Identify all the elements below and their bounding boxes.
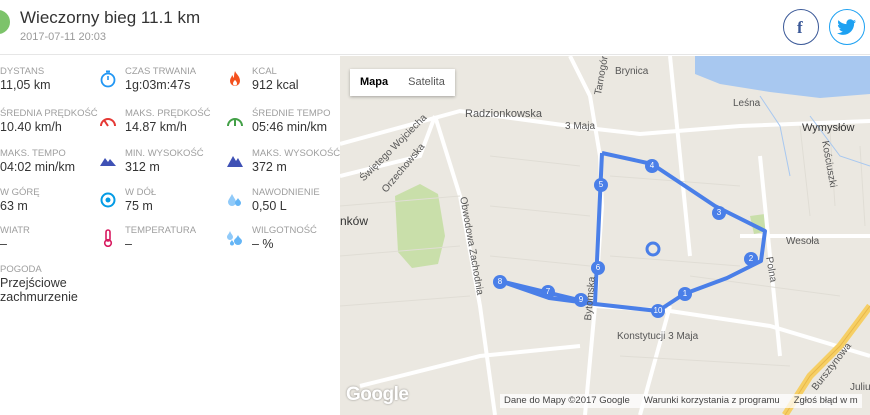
stat-ascent: W GÓRĘ 63 m bbox=[0, 187, 115, 227]
stat-weather: POGODA Przejściowe zachmurzenie bbox=[0, 264, 115, 304]
google-logo: Google bbox=[346, 384, 409, 405]
stat-label: W DÓŁ bbox=[125, 187, 157, 198]
svg-text:f: f bbox=[797, 18, 803, 36]
activity-title: Wieczorny bieg 11.1 km bbox=[20, 8, 201, 27]
stats-panel: DYSTANS 11,05 km CZAS TRWANIA 1g:03m:47s… bbox=[0, 56, 340, 415]
thermometer-icon bbox=[99, 229, 117, 247]
map-label-juliu: Juliu bbox=[850, 382, 870, 393]
route-marker: 3 bbox=[712, 206, 726, 220]
stat-value: 75 m bbox=[125, 199, 153, 213]
map-label-nkow: nków bbox=[340, 214, 369, 228]
stat-value: 14.87 km/h bbox=[125, 120, 187, 134]
stat-label: NAWODNIENIE bbox=[252, 187, 320, 198]
stat-label: W GÓRĘ bbox=[0, 187, 40, 198]
stat-value: 1g:03m:47s bbox=[125, 78, 191, 92]
stat-value: 912 kcal bbox=[252, 78, 299, 92]
humidity-icon bbox=[226, 229, 244, 247]
stat-max-pace: MAKS. TEMPO 04:02 min/km bbox=[0, 148, 115, 188]
stopwatch-icon bbox=[99, 70, 117, 88]
mountain-icon bbox=[226, 152, 244, 170]
route-marker: 7 bbox=[541, 285, 555, 299]
map-label-brynica: Brynica bbox=[615, 66, 649, 77]
facebook-icon: f bbox=[797, 18, 803, 36]
map-label-wesola: Wesoła bbox=[786, 236, 820, 247]
route-marker: 1 bbox=[678, 287, 692, 301]
speedometer-icon bbox=[99, 112, 117, 130]
pace-gauge-icon bbox=[226, 112, 244, 130]
map-label-3-maja: 3 Maja bbox=[565, 121, 596, 132]
stat-label: KCAL bbox=[252, 66, 277, 77]
route-start-icon bbox=[645, 241, 661, 257]
map-type-map-button[interactable]: Mapa bbox=[350, 69, 398, 96]
stat-label: ŚREDNIA PRĘDKOŚĆ bbox=[0, 108, 98, 119]
stat-label: MAKS. TEMPO bbox=[0, 148, 66, 159]
stat-value: 05:46 min/km bbox=[252, 120, 328, 134]
stat-label: ŚREDNIE TEMPO bbox=[252, 108, 331, 119]
stat-value: – bbox=[125, 237, 132, 251]
mountain-icon bbox=[99, 152, 117, 170]
map-type-toggle: Mapa Satelita bbox=[350, 69, 455, 96]
map-report-error-link[interactable]: Zgłoś błąd w m bbox=[794, 394, 858, 408]
stat-value: 04:02 min/km bbox=[0, 160, 76, 174]
share-twitter-button[interactable] bbox=[829, 9, 865, 45]
share-facebook-button[interactable]: f bbox=[783, 9, 819, 45]
stat-value: – % bbox=[252, 237, 274, 251]
stat-label: MAKS. PRĘDKOŚĆ bbox=[125, 108, 211, 119]
route-marker: 2 bbox=[744, 252, 758, 266]
map-attribution: Dane do Mapy ©2017 Google Warunki korzys… bbox=[500, 394, 862, 408]
stat-value: 372 m bbox=[252, 160, 287, 174]
stat-value: Przejściowe zachmurzenie bbox=[0, 276, 78, 304]
activity-datetime: 2017-07-11 20:03 bbox=[20, 31, 107, 43]
stat-descent: W DÓŁ 75 m bbox=[100, 187, 240, 227]
route-map[interactable]: 2 3 4 5 6 7 8 9 10 1 Brynica Radzionkows… bbox=[340, 56, 870, 415]
route-line bbox=[498, 151, 767, 313]
stat-label: CZAS TRWANIA bbox=[125, 66, 197, 77]
map-label-konstytucji: Konstytucji 3 Maja bbox=[617, 331, 699, 342]
stat-temperature: TEMPERATURA – bbox=[103, 225, 240, 265]
activity-type-icon bbox=[0, 10, 10, 34]
map-label-radzionkowska: Radzionkowska bbox=[465, 108, 543, 120]
stat-value: 312 m bbox=[125, 160, 160, 174]
map-type-satellite-button[interactable]: Satelita bbox=[398, 69, 455, 96]
stat-label: TEMPERATURA bbox=[125, 225, 197, 236]
stat-wind: WIATR – bbox=[0, 225, 115, 265]
descent-icon bbox=[99, 191, 117, 209]
stat-max-speed: MAKS. PRĘDKOŚĆ 14.87 km/h bbox=[100, 108, 240, 148]
stat-label: POGODA bbox=[0, 264, 42, 275]
route-marker: 4 bbox=[645, 159, 659, 173]
stat-min-altitude: MIN. WYSOKOŚĆ 312 m bbox=[100, 148, 240, 188]
stat-label: WILGOTNOŚĆ bbox=[252, 225, 317, 236]
map-label-lesna: Leśna bbox=[733, 98, 761, 109]
map-data-attribution: Dane do Mapy ©2017 Google bbox=[504, 395, 630, 406]
water-drops-icon bbox=[226, 191, 244, 209]
stat-value: 11,05 km bbox=[0, 78, 51, 92]
stat-value: 63 m bbox=[0, 199, 28, 213]
stat-distance: DYSTANS 11,05 km bbox=[0, 66, 115, 106]
stat-avg-speed: ŚREDNIA PRĘDKOŚĆ 10.40 km/h bbox=[0, 108, 115, 148]
stat-label: DYSTANS bbox=[0, 66, 45, 77]
stat-label: MAKS. WYSOKOŚĆ bbox=[252, 148, 341, 159]
lake-shape bbox=[695, 56, 870, 98]
stat-value: 10.40 km/h bbox=[0, 120, 62, 134]
stat-duration: CZAS TRWANIA 1g:03m:47s bbox=[100, 66, 240, 106]
activity-header: Wieczorny bieg 11.1 km 2017-07-11 20:03 … bbox=[0, 0, 870, 55]
stat-value: 0,50 L bbox=[252, 199, 287, 213]
twitter-icon bbox=[837, 19, 856, 35]
stat-label: MIN. WYSOKOŚĆ bbox=[125, 148, 204, 159]
flame-icon bbox=[226, 70, 244, 88]
route-marker: 5 bbox=[594, 178, 608, 192]
route-marker: 8 bbox=[493, 275, 507, 289]
park-shape bbox=[395, 184, 445, 268]
route-marker: 6 bbox=[591, 261, 605, 275]
route-marker: 10 bbox=[651, 304, 665, 318]
map-label-wymyslow: Wymysłów bbox=[802, 122, 855, 134]
stat-value: – bbox=[0, 237, 7, 251]
stat-label: WIATR bbox=[0, 225, 30, 236]
map-terms-link[interactable]: Warunki korzystania z programu bbox=[644, 394, 780, 408]
